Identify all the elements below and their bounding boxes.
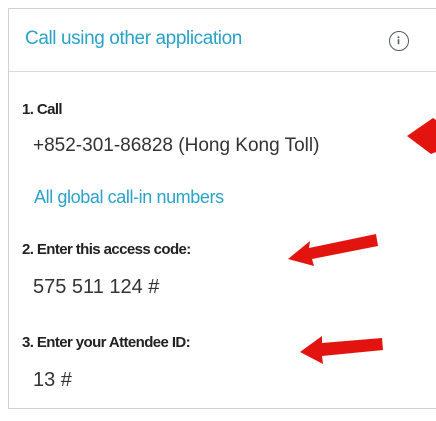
red-arrow-annotation-2 (288, 234, 378, 266)
step-1-label: 1. Call (22, 101, 63, 118)
access-code: 575 511 124 # (33, 276, 160, 298)
global-call-in-numbers-link[interactable]: All global call-in numbers (34, 187, 224, 208)
step-2-label: 2. Enter this access code: (22, 241, 191, 258)
call-in-number: +852-301-86828 (Hong Kong Toll) (33, 135, 320, 156)
red-arrow-annotation-3 (300, 336, 383, 364)
step-3-label: 3. Enter your Attendee ID: (22, 334, 191, 351)
info-icon[interactable] (389, 31, 409, 51)
red-arrow-annotation-1 (407, 118, 436, 154)
attendee-id: 13 # (33, 369, 72, 391)
panel-header: Call using other application (9, 9, 436, 72)
panel-title: Call using other application (25, 28, 242, 49)
